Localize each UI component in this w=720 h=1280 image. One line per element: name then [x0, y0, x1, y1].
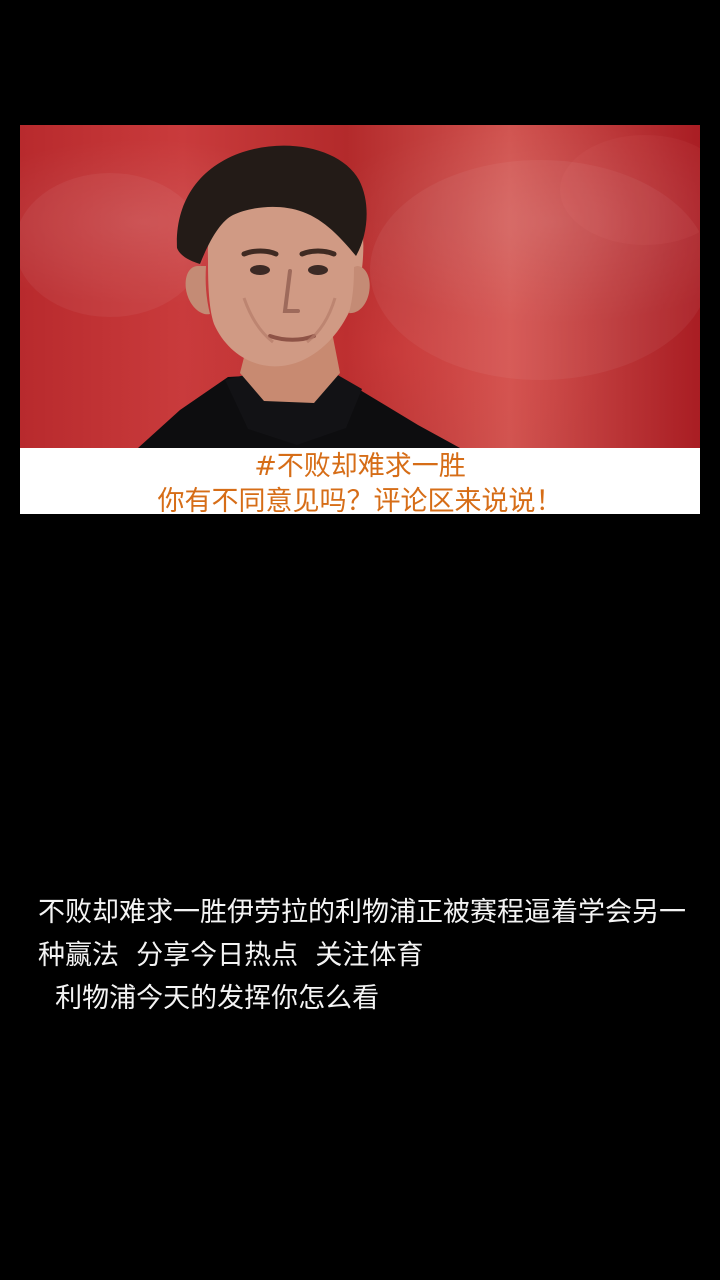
coach-portrait-illustration: [20, 135, 700, 448]
coach-photo: [20, 125, 700, 448]
post-description: 不败却难求一胜伊劳拉的利物浦正被赛程逼着学会另一种赢法 分享今日热点 关注体育 …: [38, 897, 686, 1014]
video-caption-line-2: 你有不同意见吗？评论区来说说！: [157, 486, 563, 515]
video-frame[interactable]: #不败却难求一胜 你有不同意见吗？评论区来说说！: [20, 125, 700, 514]
video-caption-strip: #不败却难求一胜 你有不同意见吗？评论区来说说！: [20, 448, 700, 514]
video-caption-line-1: #不败却难求一胜: [254, 451, 466, 482]
